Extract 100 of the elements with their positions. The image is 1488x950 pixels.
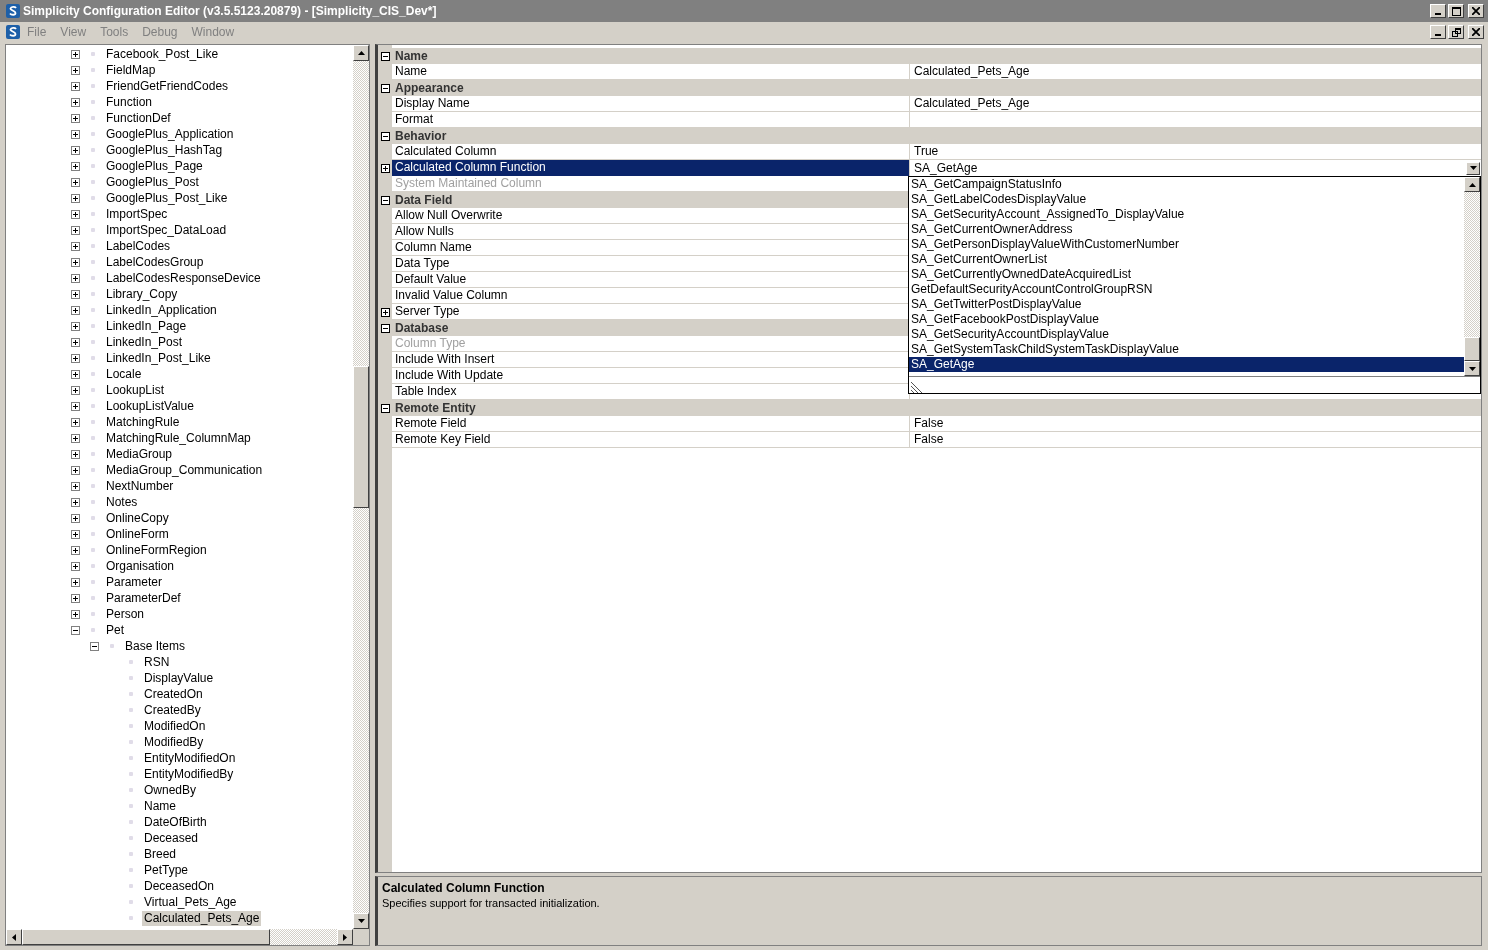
tree-item[interactable]: LinkedIn_Post_Like (104, 350, 213, 366)
expand-icon[interactable] (71, 497, 80, 507)
tree-item[interactable]: OnlineCopy (104, 510, 171, 526)
resize-grip-icon[interactable] (910, 381, 924, 393)
property-value[interactable]: False (910, 416, 1481, 432)
collapse-icon[interactable] (380, 323, 390, 333)
tree-item[interactable]: Base Items (123, 638, 188, 654)
tree-item[interactable]: Person (104, 606, 147, 622)
property-name[interactable]: Display Name (392, 96, 910, 112)
expand-icon[interactable] (71, 369, 80, 379)
expand-icon[interactable] (71, 145, 80, 155)
collapse-icon[interactable] (71, 625, 80, 635)
category-header[interactable]: Database (392, 321, 449, 335)
expand-icon[interactable] (71, 561, 80, 571)
tree-item[interactable]: Virtual_Pets_Age (142, 894, 239, 910)
collapse-icon[interactable] (380, 195, 390, 205)
close-button[interactable] (1468, 25, 1484, 39)
tree-item[interactable]: Library_Copy (104, 286, 180, 302)
expand-icon[interactable] (71, 129, 80, 139)
vertical-scrollbar[interactable] (353, 45, 369, 929)
tree-item[interactable]: OnlineFormRegion (104, 542, 209, 558)
tree-item[interactable]: Function (104, 94, 155, 110)
scroll-thumb[interactable] (22, 929, 270, 945)
expand-icon[interactable] (71, 449, 80, 459)
tree-item[interactable]: MediaGroup (104, 446, 175, 462)
property-value[interactable]: Calculated_Pets_Age (910, 96, 1481, 112)
expand-icon[interactable] (71, 337, 80, 347)
expand-icon[interactable] (71, 481, 80, 491)
tree-item[interactable]: ParameterDef (104, 590, 183, 606)
list-option[interactable]: SA_GetFacebookPostDisplayValue (909, 312, 1464, 327)
expand-icon[interactable] (71, 385, 80, 395)
tree-item[interactable]: LabelCodes (104, 238, 173, 254)
tree-item[interactable]: EntityModifiedOn (142, 750, 238, 766)
expand-icon[interactable] (71, 273, 80, 283)
tree-item[interactable]: RSN (142, 654, 172, 670)
tree-item[interactable]: LabelCodesResponseDevice (104, 270, 263, 286)
tree-item[interactable]: MatchingRule (104, 414, 182, 430)
tree-item[interactable]: Calculated_Pets_Age (142, 910, 262, 926)
list-option[interactable]: SA_GetCurrentOwnerAddress (909, 222, 1464, 237)
property-value[interactable]: True (910, 144, 1481, 160)
tree-item[interactable]: Facebook_Post_Like (104, 46, 221, 62)
collapse-icon[interactable] (380, 83, 390, 93)
expand-icon[interactable] (380, 307, 390, 317)
tree-item[interactable]: FieldMap (104, 62, 158, 78)
expand-icon[interactable] (71, 401, 80, 411)
tree-item[interactable]: Parameter (104, 574, 165, 590)
expand-icon[interactable] (71, 577, 80, 587)
tree-item[interactable]: Locale (104, 366, 144, 382)
list-option[interactable]: SA_GetCampaignStatusInfo (909, 177, 1464, 192)
list-option[interactable]: SA_GetSecurityAccountDisplayValue (909, 327, 1464, 342)
tree-item[interactable]: ImportSpec (104, 206, 170, 222)
scroll-thumb[interactable] (353, 366, 369, 508)
expand-icon[interactable] (71, 593, 80, 603)
list-option[interactable]: SA_GetPersonDisplayValueWithCustomerNumber (909, 237, 1464, 252)
collapse-icon[interactable] (380, 51, 390, 61)
tree-item[interactable]: FriendGetFriendCodes (104, 78, 231, 94)
tree-item[interactable]: Organisation (104, 558, 177, 574)
category-header[interactable]: Name (392, 49, 428, 63)
expand-icon[interactable] (71, 289, 80, 299)
expand-icon[interactable] (71, 529, 80, 539)
tree-item[interactable]: OwnedBy (142, 782, 199, 798)
collapse-icon[interactable] (380, 131, 390, 141)
restore-button[interactable] (1448, 25, 1464, 39)
tree-item[interactable]: MatchingRule_ColumnMap (104, 430, 253, 446)
list-option[interactable]: SA_GetTwitterPostDisplayValue (909, 297, 1464, 312)
expand-icon[interactable] (71, 65, 80, 75)
tree-item[interactable]: LabelCodesGroup (104, 254, 206, 270)
tree-item[interactable]: Breed (142, 846, 179, 862)
expand-icon[interactable] (71, 113, 80, 123)
expand-icon[interactable] (71, 257, 80, 267)
property-name[interactable]: Calculated Column Function (392, 160, 910, 176)
horizontal-scrollbar[interactable] (6, 929, 369, 945)
expand-icon[interactable] (71, 513, 80, 523)
expand-icon[interactable] (71, 321, 80, 331)
tree-item[interactable]: ModifiedBy (142, 734, 206, 750)
tree-item[interactable]: OnlineForm (104, 526, 171, 542)
expand-icon[interactable] (71, 209, 80, 219)
tree-item[interactable]: Notes (104, 494, 140, 510)
tree-item[interactable]: LinkedIn_Post (104, 334, 185, 350)
expand-icon[interactable] (71, 225, 80, 235)
tree-item[interactable]: Pet (104, 622, 126, 638)
tree-item[interactable]: CreatedBy (142, 702, 203, 718)
category-header[interactable]: Data Field (392, 193, 453, 207)
tree-item[interactable]: LinkedIn_Page (104, 318, 189, 334)
expand-icon[interactable] (71, 609, 80, 619)
expand-icon[interactable] (71, 353, 80, 363)
category-header[interactable]: Behavior (392, 129, 447, 143)
tree-item[interactable]: DeceasedOn (142, 878, 217, 894)
expand-icon[interactable] (71, 49, 80, 59)
list-option[interactable]: SA_GetCurrentlyOwnedDateAcquiredList (909, 267, 1464, 282)
expand-icon[interactable] (380, 163, 390, 173)
close-button[interactable] (1468, 4, 1484, 18)
expand-icon[interactable] (71, 241, 80, 251)
scroll-down-icon[interactable] (353, 913, 369, 929)
tree-item[interactable]: DisplayValue (142, 670, 216, 686)
tree-item[interactable]: LookupList (104, 382, 167, 398)
property-name[interactable]: Remote Key Field (392, 432, 910, 448)
category-header[interactable]: Appearance (392, 81, 464, 95)
tree-item[interactable]: GooglePlus_Post_Like (104, 190, 230, 206)
tree-item[interactable]: ImportSpec_DataLoad (104, 222, 229, 238)
